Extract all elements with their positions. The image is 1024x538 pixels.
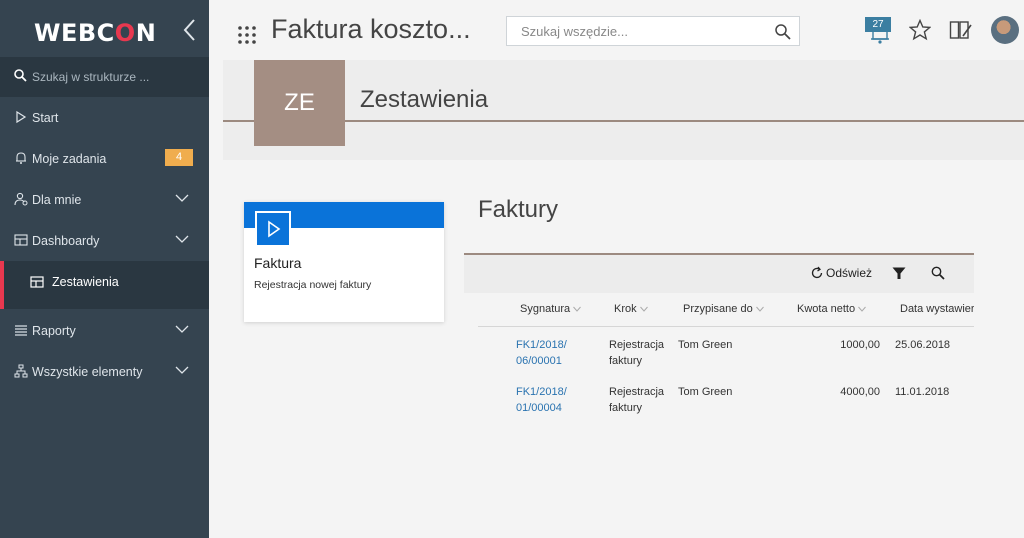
sort-chevron-icon: [858, 306, 866, 312]
sidebar-item-label: Wszystkie elementy: [32, 365, 143, 379]
sidebar: WEBCON Szukaj w strukturze ... Start Moj…: [0, 0, 209, 538]
sidebar-item-label: Zestawienia: [52, 275, 119, 289]
table-cell-assigned: Tom Green: [678, 339, 733, 351]
refresh-icon: [811, 266, 823, 279]
sort-chevron-icon: [639, 306, 648, 312]
sidebar-item-reports[interactable]: Raporty: [0, 311, 209, 351]
filter-icon[interactable]: [892, 267, 906, 280]
sidebar-item-for-me[interactable]: Dla mnie: [0, 180, 209, 220]
faktury-table: Sygnatura Krok Przypisane do Kwota netto…: [478, 293, 974, 433]
report-icon: [30, 276, 44, 288]
sidebar-item-start[interactable]: Start: [0, 98, 209, 138]
app-title[interactable]: Faktura koszto...: [271, 14, 471, 45]
card-description: Rejestracja nowej faktury: [254, 279, 372, 291]
table-cell-step: Rejestracja faktury: [609, 386, 665, 414]
user-avatar[interactable]: [991, 16, 1019, 44]
sidebar-item-label: Dashboardy: [32, 234, 100, 248]
table-cell-net-amount: 1000,00: [840, 339, 880, 351]
play-icon: [16, 110, 27, 124]
top-bar: Faktura koszto... Szukaj wszędzie... 27: [209, 0, 1024, 60]
table-cell-signature[interactable]: FK1/2018/01/00004: [516, 384, 567, 416]
table-header-divider: [478, 326, 974, 327]
search-icon[interactable]: [931, 266, 945, 280]
list-toolbar: Odśwież: [464, 255, 974, 293]
sidebar-item-all-elements[interactable]: Wszystkie elementy: [0, 352, 209, 392]
table-cell-signature[interactable]: FK1/2018/06/00001: [516, 337, 567, 369]
refresh-label: Odśwież: [826, 266, 873, 280]
bell-icon: [16, 152, 26, 164]
page-tile: ZE: [254, 60, 345, 146]
hierarchy-icon: [14, 364, 28, 378]
sidebar-item-label: Raporty: [32, 324, 76, 338]
table-cell-issue-date: 25.06.2018: [895, 339, 951, 351]
app-grid-icon[interactable]: [237, 25, 257, 45]
table-cell-assigned: Tom Green: [678, 386, 733, 398]
play-icon: [268, 220, 281, 238]
sidebar-item-label: Start: [32, 111, 59, 125]
sidebar-item-my-tasks[interactable]: Moje zadania 4: [0, 139, 209, 179]
sort-chevron-icon: [755, 306, 764, 312]
sort-chevron-icon: [573, 306, 582, 312]
column-header-step[interactable]: Krok: [614, 303, 648, 315]
structure-search-placeholder: Szukaj w strukturze ...: [32, 70, 150, 84]
start-process-card[interactable]: Faktura Rejestracja nowej faktury: [244, 202, 444, 322]
notifications-count-badge: 27: [865, 17, 891, 32]
table-cell-net-amount: 4000,00: [840, 386, 880, 398]
chevron-down-icon[interactable]: [175, 324, 189, 334]
column-header-issue-date[interactable]: Data wystawier: [900, 303, 974, 315]
list-title: Faktury: [478, 196, 559, 223]
chevron-down-icon[interactable]: [175, 193, 189, 203]
chevron-down-icon[interactable]: [175, 234, 189, 244]
column-header-assigned[interactable]: Przypisane do: [683, 303, 764, 315]
sidebar-item-reports-views[interactable]: Zestawienia: [0, 261, 209, 309]
card-title: Faktura: [254, 255, 302, 271]
structure-search-input[interactable]: Szukaj w strukturze ...: [0, 57, 209, 97]
table-cell-issue-date: 11.01.2018: [895, 386, 950, 398]
collapse-sidebar-icon[interactable]: [180, 18, 200, 42]
card-play-button[interactable]: [255, 211, 291, 247]
star-icon[interactable]: [909, 19, 931, 41]
column-header-net-amount[interactable]: Kwota netto: [797, 303, 866, 315]
chevron-down-icon[interactable]: [175, 365, 189, 375]
sidebar-item-label: Dla mnie: [32, 193, 82, 207]
notes-icon[interactable]: [949, 19, 973, 41]
tasks-count-badge: 4: [165, 149, 193, 166]
table-cell-step: Rejestracja faktury: [609, 339, 665, 367]
webcon-logo[interactable]: WEBCON: [34, 19, 156, 47]
person-icon: [14, 192, 28, 206]
sidebar-item-label: Moje zadania: [32, 152, 107, 166]
search-icon[interactable]: [774, 23, 791, 40]
list-icon: [15, 325, 27, 336]
page-title: Zestawienia: [360, 86, 489, 113]
search-icon: [14, 69, 27, 82]
dashboard-icon: [14, 234, 28, 246]
column-header-signature[interactable]: Sygnatura: [520, 303, 582, 315]
sidebar-item-dashboards[interactable]: Dashboardy: [0, 221, 209, 261]
logo-row: WEBCON: [0, 0, 209, 60]
global-search-input[interactable]: Szukaj wszędzie...: [506, 16, 800, 46]
global-search-placeholder: Szukaj wszędzie...: [521, 24, 628, 39]
